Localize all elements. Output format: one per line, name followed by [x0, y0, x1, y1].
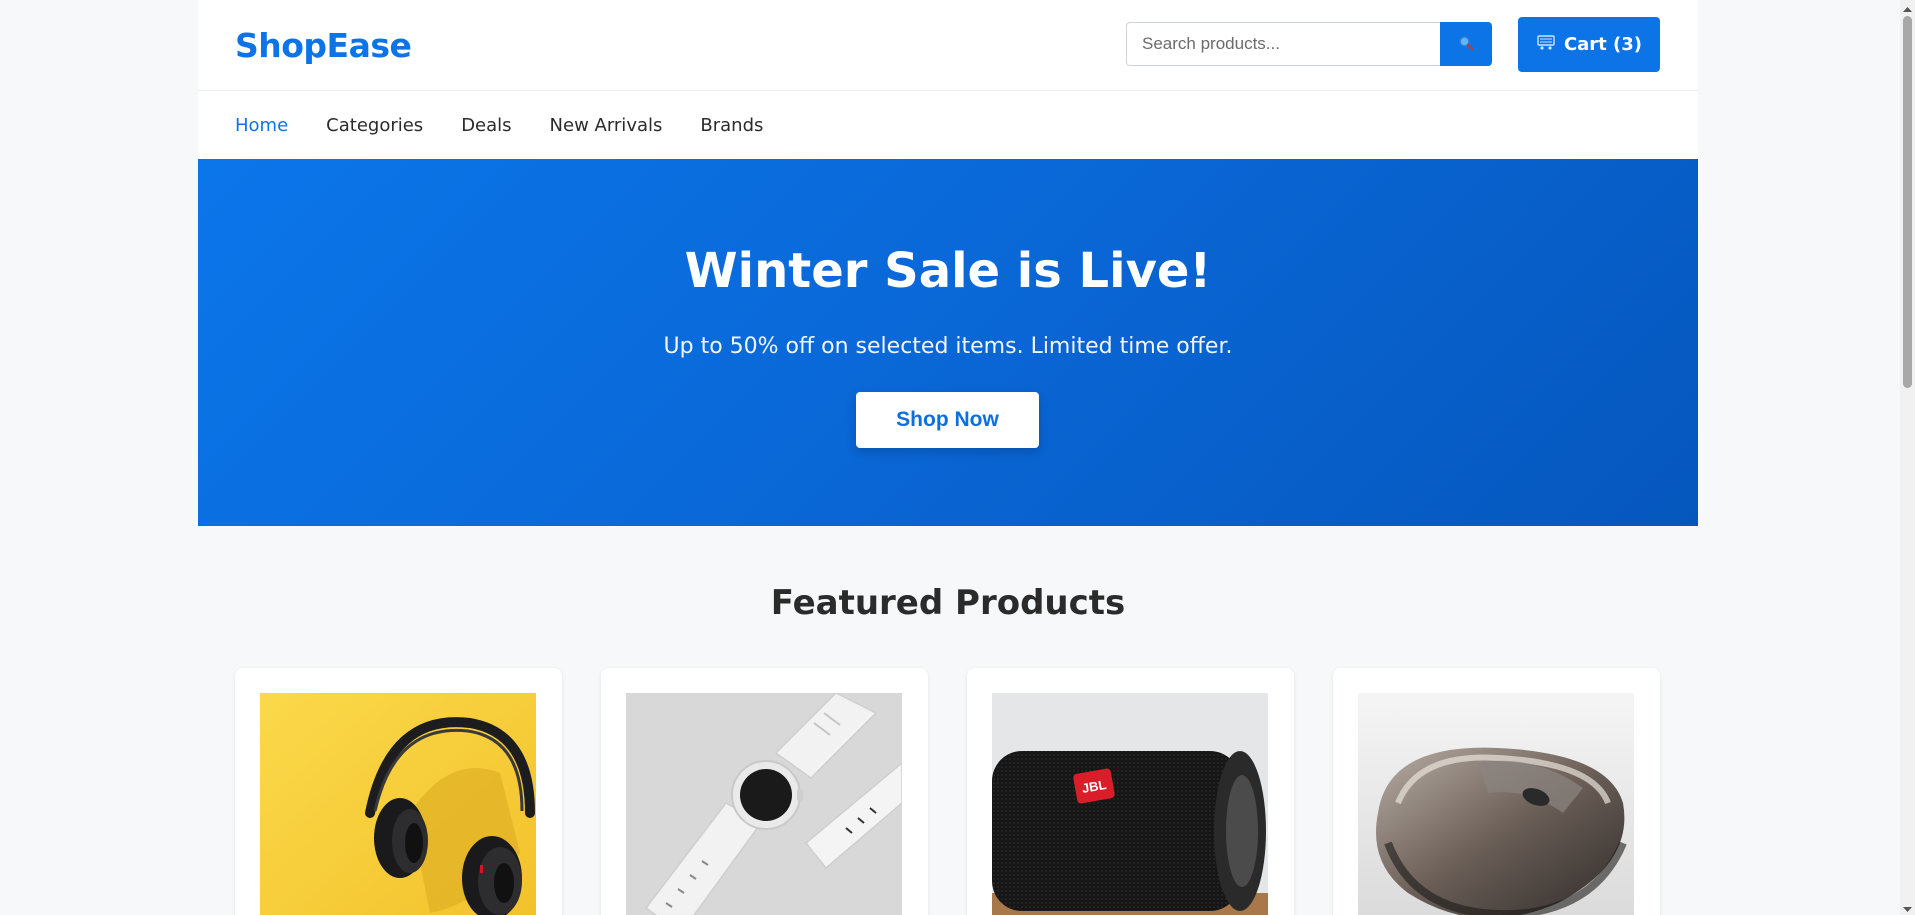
speaker-image[interactable]: JBL [992, 693, 1268, 915]
product-card[interactable] [235, 668, 562, 915]
cart-icon [1536, 34, 1556, 56]
scrollbar-thumb[interactable] [1903, 16, 1912, 388]
featured-products-heading: Featured Products [770, 583, 1126, 623]
product-card[interactable]: JBL [967, 668, 1294, 915]
product-card[interactable] [601, 668, 928, 915]
mouse-image[interactable] [1358, 693, 1634, 915]
nav-item-brands[interactable]: Brands [700, 115, 763, 136]
main-nav: Home Categories Deals New Arrivals Brand… [198, 91, 1698, 159]
smartwatch-image[interactable] [626, 693, 902, 915]
product-grid: JBL [235, 668, 1661, 915]
cart-button[interactable]: Cart (3) [1518, 17, 1660, 72]
cart-label: Cart (3) [1563, 34, 1643, 55]
product-card[interactable] [1333, 668, 1660, 915]
brand-logo[interactable]: ShopEase [235, 26, 412, 65]
hero-title: Winter Sale is Live! [684, 243, 1212, 299]
search-icon [1458, 35, 1474, 54]
nav-item-home[interactable]: Home [235, 115, 288, 136]
scroll-up-icon[interactable] [1902, 2, 1913, 13]
hero-subtitle: Up to 50% off on selected items. Limited… [663, 334, 1233, 359]
nav-item-deals[interactable]: Deals [461, 115, 511, 136]
search-input[interactable] [1126, 22, 1440, 66]
nav-item-new-arrivals[interactable]: New Arrivals [550, 115, 663, 136]
scroll-down-icon[interactable] [1902, 902, 1913, 913]
search-button[interactable] [1440, 22, 1492, 66]
page-scrollbar[interactable] [1900, 0, 1915, 915]
nav-item-categories[interactable]: Categories [326, 115, 423, 136]
site-header: ShopEase Search products... Cart (3) [198, 0, 1698, 91]
headphones-image[interactable] [260, 693, 536, 915]
shop-now-button[interactable]: Shop Now [856, 392, 1039, 448]
hero-banner: Winter Sale is Live! Up to 50% off on se… [198, 159, 1698, 526]
page: ShopEase Search products... Cart (3) Hom… [198, 0, 1698, 915]
search-bar [1126, 22, 1492, 66]
